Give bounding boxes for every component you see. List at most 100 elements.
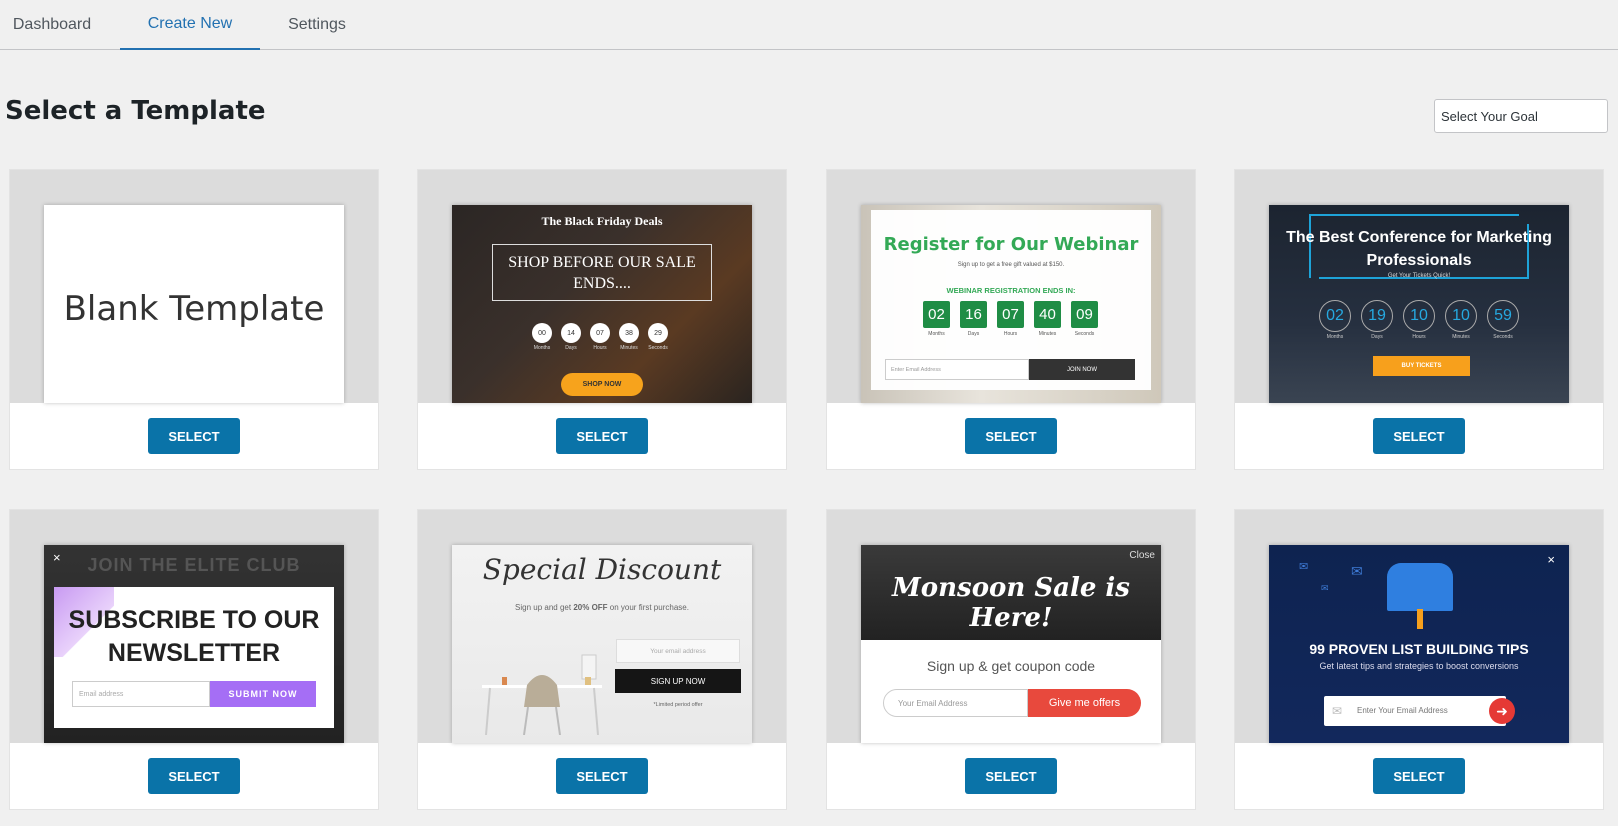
template-card-list-building: × ✉ ✉ ✉ 99 PROVEN LIST BUILDING TIPS Get…	[1234, 509, 1604, 810]
template-preview[interactable]: Close Monsoon Sale is Here! Sign up & ge…	[861, 545, 1161, 743]
preview-email-field: Email address	[72, 681, 210, 707]
timer-label: Hours	[1003, 331, 1018, 337]
timer-label: Days	[967, 331, 980, 337]
select-button[interactable]: SELECT	[1373, 418, 1465, 454]
preview-background-text: JOIN THE ELITE CLUB	[87, 555, 301, 575]
timer-unit: 00 Months	[532, 323, 552, 351]
envelope-icon: ✉	[1351, 563, 1363, 579]
preview-banner: Close Monsoon Sale is Here!	[861, 545, 1161, 640]
timer-value: 02	[1319, 300, 1351, 332]
timer-value: 29	[648, 323, 668, 343]
template-preview[interactable]: Register for Our Webinar Sign up to get …	[861, 205, 1161, 403]
select-button[interactable]: SELECT	[1373, 758, 1465, 794]
timer-unit: 07 Hours	[590, 323, 610, 351]
select-button[interactable]: SELECT	[148, 418, 240, 454]
preview-title: Register for Our Webinar	[883, 234, 1139, 255]
preview-cta: SUBMIT NOW	[210, 681, 316, 707]
chair-illustration	[482, 654, 602, 735]
template-card-conference: The Best Conference for Marketing Profes…	[1234, 169, 1604, 470]
tab-settings[interactable]: Settings	[276, 0, 358, 50]
timer-value: 16	[960, 301, 987, 328]
preview-subtitle: Get latest tips and strategies to boost …	[1319, 661, 1519, 671]
countdown-timer: 02 Months 19 Days 10 Hours 10 Minutes 59 Seco…	[1319, 300, 1519, 340]
timer-unit: 02 Months	[1319, 300, 1351, 340]
preview-subtitle: Sign up & get coupon code	[926, 658, 1096, 674]
timer-label: Hours	[1412, 334, 1426, 340]
template-card-newsletter: JOIN THE ELITE CLUB × SUBSCRIBE TO OUR N…	[9, 509, 379, 810]
preview-cta: Give me offers	[1028, 689, 1141, 717]
template-card-blank: Blank Template SELECT	[9, 169, 379, 470]
timer-value: 00	[532, 323, 552, 343]
select-button[interactable]: SELECT	[556, 418, 648, 454]
timer-label: Seconds	[648, 345, 668, 351]
blank-template-title: Blank Template	[63, 289, 325, 329]
preview-popup: Register for Our Webinar Sign up to get …	[871, 210, 1151, 390]
timer-unit: 59 Seconds	[1487, 300, 1519, 340]
preview-title: 99 PROVEN LIST BUILDING TIPS	[1309, 641, 1529, 657]
countdown-timer: 02 Months 16 Days 07 Hours 40 Minutes 09 Seco…	[923, 301, 1098, 337]
tab-create-new[interactable]: Create New	[120, 0, 260, 50]
template-preview[interactable]: × ✉ ✉ ✉ 99 PROVEN LIST BUILDING TIPS Get…	[1269, 545, 1569, 743]
preview-cta: JOIN NOW	[1029, 359, 1135, 380]
countdown-timer: 00 Months 14 Days 07 Hours 38 Minutes 29 Seco…	[532, 323, 668, 351]
timer-unit: 29 Seconds	[648, 323, 668, 351]
preview-title: Monsoon Sale is Here!	[892, 573, 1130, 633]
timer-label: Months	[1326, 334, 1344, 340]
envelope-icon: ✉	[1321, 583, 1329, 593]
timer-value: 19	[1361, 300, 1393, 332]
template-preview[interactable]: JOIN THE ELITE CLUB × SUBSCRIBE TO OUR N…	[44, 545, 344, 743]
template-card-monsoon: Close Monsoon Sale is Here! Sign up & ge…	[826, 509, 1196, 810]
timer-label: Minutes	[1038, 331, 1057, 337]
goal-select[interactable]: Select Your Goal	[1434, 99, 1608, 133]
timer-value: 09	[1071, 301, 1098, 328]
preview-title: Special Discount	[482, 553, 722, 586]
template-preview[interactable]: Special Discount Sign up and get 20% OFF…	[452, 545, 752, 743]
timer-label: Minutes	[1452, 334, 1470, 340]
arrow-right-icon: ➜	[1489, 698, 1515, 724]
close-icon: ×	[53, 550, 61, 565]
select-button[interactable]: SELECT	[965, 418, 1057, 454]
timer-value: 40	[1034, 301, 1061, 328]
timer-unit: 19 Days	[1361, 300, 1393, 340]
timer-label: Days	[1371, 334, 1383, 340]
timer-value: 02	[923, 301, 950, 328]
page-title: Select a Template	[5, 96, 266, 126]
preview-headline: SHOP BEFORE OUR SALE ENDS....	[492, 244, 712, 301]
preview-subtitle: Sign up and get 20% OFF on your first pu…	[452, 603, 752, 612]
subtitle-part: Sign up and get	[515, 603, 574, 612]
close-icon: ×	[1547, 552, 1555, 567]
timer-value: 07	[590, 323, 610, 343]
select-button[interactable]: SELECT	[965, 758, 1057, 794]
preview-popup: SUBSCRIBE TO OUR NEWSLETTER Email addres…	[54, 587, 334, 728]
preview-subtitle: Get Your Tickets Quick!	[1387, 273, 1451, 279]
template-card-special-discount: Special Discount Sign up and get 20% OFF…	[417, 509, 787, 810]
preview-note: *Limited period offer	[653, 702, 703, 708]
preview-ends-text: WEBINAR REGISTRATION ENDS IN:	[946, 286, 1076, 295]
select-button[interactable]: SELECT	[148, 758, 240, 794]
tab-dashboard[interactable]: Dashboard	[0, 0, 104, 50]
template-card-webinar: Register for Our Webinar Sign up to get …	[826, 169, 1196, 470]
select-button[interactable]: SELECT	[556, 758, 648, 794]
close-link: Close	[1129, 550, 1155, 561]
preview-subtitle: Sign up to get a free gift valued at $15…	[957, 262, 1065, 268]
timer-value: 10	[1403, 300, 1435, 332]
timer-value: 14	[561, 323, 581, 343]
preview-email-field: Your email address	[616, 639, 740, 663]
timer-unit: 07 Hours	[997, 301, 1024, 337]
timer-label: Days	[565, 345, 577, 351]
subtitle-part: on your first purchase.	[607, 603, 689, 612]
timer-label: Minutes	[620, 345, 638, 351]
mailbox-post	[1417, 609, 1423, 629]
preview-email-field: Enter Email Address	[885, 359, 1029, 380]
preview-email-field: Enter Your Email Address	[1324, 696, 1506, 726]
timer-unit: 10 Minutes	[1445, 300, 1477, 340]
template-preview[interactable]: The Black Friday Deals SHOP BEFORE OUR S…	[452, 205, 752, 403]
timer-unit: 14 Days	[561, 323, 581, 351]
timer-value: 59	[1487, 300, 1519, 332]
preview-email-field: Your Email Address	[883, 689, 1028, 717]
timer-unit: 16 Days	[960, 301, 987, 337]
template-preview[interactable]: Blank Template	[44, 205, 344, 403]
nav-tabs: Dashboard Create New Settings	[0, 0, 1618, 50]
template-preview[interactable]: The Best Conference for Marketing Profes…	[1269, 205, 1569, 403]
timer-label: Hours	[593, 345, 607, 351]
